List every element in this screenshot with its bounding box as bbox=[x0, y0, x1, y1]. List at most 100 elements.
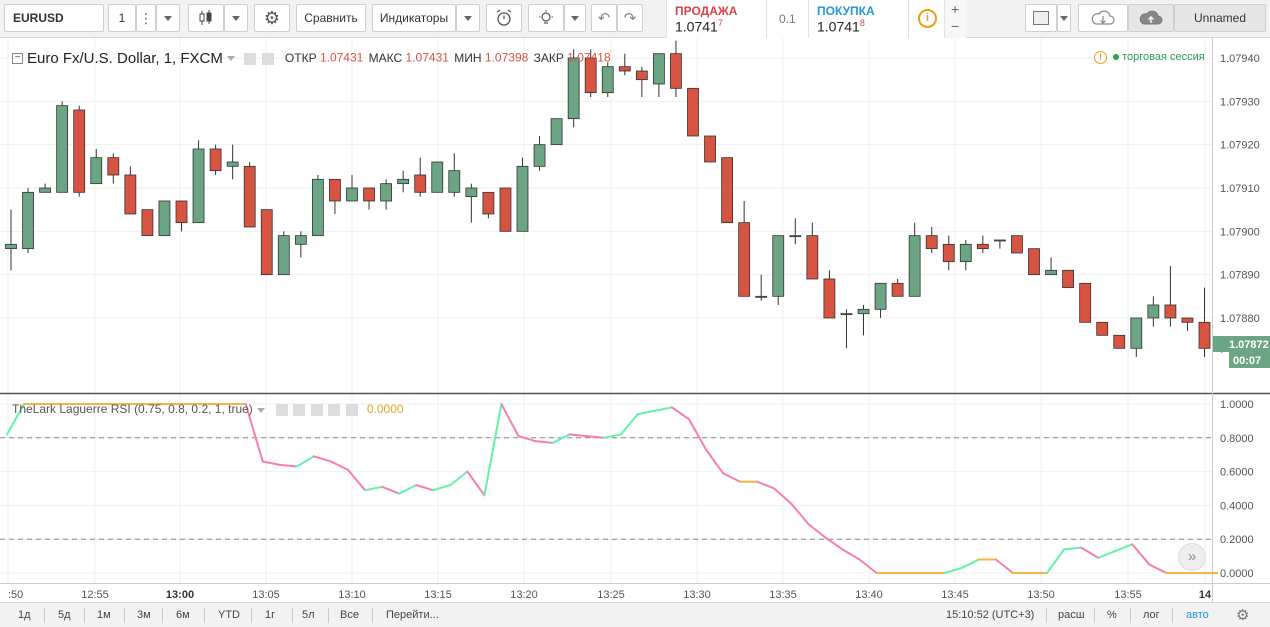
settings-button[interactable]: ⚙ bbox=[254, 4, 290, 32]
legend-settings-icon[interactable] bbox=[261, 52, 274, 65]
layout-dropdown[interactable] bbox=[1057, 4, 1071, 32]
indicator-title[interactable]: TheLark Laguerre RSI (0.75, 0.8, 0.2, 1,… bbox=[12, 402, 253, 416]
chevron-down-icon[interactable] bbox=[226, 56, 235, 61]
time-tick-label: 13:10 bbox=[338, 589, 366, 601]
close-value: 1.07418 bbox=[567, 50, 611, 65]
redo-button[interactable]: ↷ bbox=[617, 4, 643, 32]
sell-price: 1.07417 bbox=[675, 18, 723, 35]
high-label: МАКС bbox=[368, 50, 403, 65]
session-text: торговая сессия bbox=[1122, 51, 1205, 63]
redo-icon: ↷ bbox=[623, 10, 637, 27]
symbol-search[interactable]: EURUSD bbox=[4, 4, 104, 32]
candle-body bbox=[73, 109, 86, 193]
indicator-square-icon[interactable] bbox=[310, 403, 323, 416]
time-tick-label: 13:05 bbox=[252, 589, 280, 601]
goto-button[interactable]: Перейти... bbox=[386, 609, 439, 621]
candle-body bbox=[1130, 317, 1143, 349]
time-tick-label: :50 bbox=[8, 589, 23, 601]
minus-button[interactable]: − bbox=[951, 18, 959, 34]
interval-more-button[interactable]: ⋮ bbox=[136, 4, 156, 32]
ideas-dropdown[interactable] bbox=[564, 4, 586, 32]
percent-button[interactable]: % bbox=[1107, 609, 1117, 621]
candle-body bbox=[90, 157, 103, 185]
price-tick-label: 1.07900 bbox=[1220, 226, 1260, 238]
range-button-7[interactable]: 5л bbox=[302, 609, 315, 621]
candle-body bbox=[653, 53, 665, 85]
candle-body bbox=[755, 295, 768, 298]
candle-body bbox=[465, 187, 478, 198]
double-chevron-right-icon: » bbox=[1187, 548, 1197, 565]
layout-name-button[interactable]: Unnamed bbox=[1174, 4, 1266, 32]
main-legend: − Euro Fx/U.S. Dollar, 1, FXCM ОТКР 1.074… bbox=[12, 50, 611, 67]
layout-button[interactable] bbox=[1025, 4, 1057, 32]
indicator-settings-icon[interactable] bbox=[293, 403, 306, 416]
save-layout-button[interactable] bbox=[1128, 4, 1174, 32]
trade-info-panel[interactable]: i bbox=[908, 0, 944, 38]
candle-body bbox=[277, 235, 290, 276]
collapse-icon[interactable]: − bbox=[12, 53, 23, 64]
log-button[interactable]: лог bbox=[1143, 609, 1160, 621]
alert-button[interactable] bbox=[486, 4, 522, 32]
indicator-close-icon[interactable] bbox=[345, 403, 358, 416]
range-button-4[interactable]: 6м bbox=[176, 609, 190, 621]
interval-dropdown-button[interactable] bbox=[156, 4, 180, 32]
range-button-3[interactable]: 3м bbox=[137, 609, 151, 621]
buy-panel[interactable]: ПОКУПКА 1.07418 bbox=[808, 0, 908, 38]
symbol-title[interactable]: Euro Fx/U.S. Dollar, 1, FXCM bbox=[27, 50, 223, 67]
separator bbox=[1172, 608, 1173, 623]
time-tick-label: 13:00 bbox=[166, 589, 194, 601]
candle-body bbox=[1045, 269, 1057, 276]
legend-eye-icon[interactable] bbox=[244, 52, 257, 65]
scale-ext-button[interactable]: расш bbox=[1058, 609, 1085, 621]
chart-canvas[interactable]: 1.07940 1.07930 1.07920 1.07910 1.07900 1.078… bbox=[0, 38, 1270, 602]
chart-style-dropdown[interactable] bbox=[224, 4, 248, 32]
open-value: 1.07431 bbox=[319, 50, 364, 65]
candle-body bbox=[158, 200, 171, 237]
candle-body bbox=[107, 157, 120, 176]
candle-body bbox=[1028, 248, 1040, 276]
range-button-1[interactable]: 5д bbox=[58, 609, 71, 621]
auto-button[interactable]: авто bbox=[1186, 609, 1209, 621]
candle-body bbox=[1062, 269, 1074, 289]
candle-body bbox=[567, 57, 580, 120]
chevron-down-icon bbox=[464, 15, 472, 21]
range-button-2[interactable]: 1м bbox=[97, 609, 111, 621]
spread-panel: 0.1 bbox=[766, 0, 808, 38]
indicators-button[interactable]: Индикаторы bbox=[372, 4, 456, 32]
candle-body bbox=[550, 118, 563, 146]
separator bbox=[1130, 608, 1131, 623]
layout-name: Unnamed bbox=[1193, 11, 1247, 25]
candle-body bbox=[294, 235, 307, 245]
separator bbox=[84, 608, 85, 623]
range-button-5[interactable]: YTD bbox=[218, 609, 240, 621]
separator bbox=[124, 608, 125, 623]
chart-style-button[interactable] bbox=[188, 4, 224, 32]
ideas-button[interactable] bbox=[528, 4, 564, 32]
scroll-to-realtime-button[interactable]: » bbox=[1178, 543, 1206, 571]
range-button-0[interactable]: 1д bbox=[18, 609, 31, 621]
load-layout-button[interactable] bbox=[1078, 4, 1128, 32]
interval-selector[interactable]: 1 bbox=[108, 4, 136, 32]
rsi-tick-label: 1.0000 bbox=[1220, 399, 1254, 411]
indicators-dropdown[interactable] bbox=[456, 4, 480, 32]
indicator-eye-icon[interactable] bbox=[276, 403, 289, 416]
candle-body bbox=[857, 308, 870, 315]
candle-body bbox=[209, 148, 222, 172]
range-button-8[interactable]: Все bbox=[340, 609, 359, 621]
candle-body bbox=[1096, 321, 1109, 336]
chevron-down-icon[interactable] bbox=[256, 408, 265, 413]
candle-body bbox=[704, 135, 716, 163]
plus-button[interactable]: + bbox=[951, 1, 959, 17]
sell-panel[interactable]: ПРОДАЖА 1.07417 bbox=[666, 0, 766, 38]
candle-body bbox=[670, 53, 682, 89]
indicator-add-icon[interactable] bbox=[328, 403, 341, 416]
compare-button[interactable]: Сравнить bbox=[296, 4, 366, 32]
cloud-upload-icon bbox=[1139, 10, 1163, 25]
session-indicator[interactable]: ! торговая сессия bbox=[1094, 51, 1205, 64]
candle-body bbox=[874, 282, 887, 310]
candles-icon bbox=[199, 10, 212, 25]
undo-button[interactable]: ↶ bbox=[591, 4, 617, 32]
candle-body bbox=[5, 243, 17, 250]
gear-icon[interactable]: ⚙ bbox=[1236, 606, 1249, 624]
range-button-6[interactable]: 1г bbox=[265, 609, 275, 621]
